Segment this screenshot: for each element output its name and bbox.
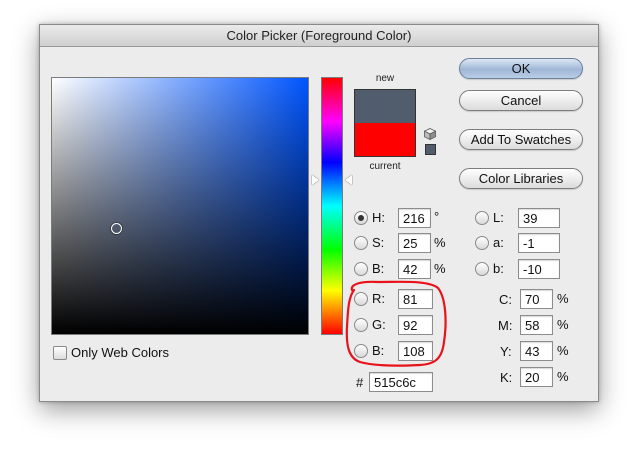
lab-l-input[interactable] bbox=[518, 208, 560, 228]
new-color-swatch bbox=[355, 90, 415, 123]
magenta-label: M: bbox=[498, 318, 513, 333]
saturation-input[interactable] bbox=[398, 233, 431, 253]
color-picker-window: Color Picker (Foreground Color) new curr… bbox=[39, 24, 599, 402]
yellow-input[interactable] bbox=[520, 341, 553, 361]
blue-label: B: bbox=[372, 343, 385, 358]
brightness-label: B: bbox=[372, 261, 385, 276]
current-color-swatch[interactable] bbox=[355, 123, 415, 156]
only-web-colors-label: Only Web Colors bbox=[71, 345, 170, 360]
hex-input[interactable] bbox=[369, 372, 433, 392]
blue-radio[interactable] bbox=[354, 344, 368, 358]
red-label: R: bbox=[372, 291, 385, 306]
web-safe-swatch[interactable] bbox=[425, 144, 436, 155]
red-input[interactable] bbox=[398, 289, 433, 309]
ok-button[interactable]: OK bbox=[459, 58, 583, 79]
black-input[interactable] bbox=[520, 367, 553, 387]
lab-a-input[interactable] bbox=[518, 233, 560, 253]
green-label: G: bbox=[372, 317, 386, 332]
brightness-radio[interactable] bbox=[354, 262, 368, 276]
green-radio[interactable] bbox=[354, 318, 368, 332]
lab-b-input[interactable] bbox=[518, 259, 560, 279]
cancel-button[interactable]: Cancel bbox=[459, 90, 583, 111]
hex-label: # bbox=[356, 375, 364, 390]
color-field-marker[interactable] bbox=[111, 223, 122, 234]
hue-radio[interactable] bbox=[354, 211, 368, 225]
saturation-radio[interactable] bbox=[354, 236, 368, 250]
lab-b-radio[interactable] bbox=[475, 262, 489, 276]
lab-l-label: L: bbox=[493, 210, 504, 225]
swatch-preview bbox=[354, 89, 416, 157]
color-libraries-button[interactable]: Color Libraries bbox=[459, 168, 583, 189]
cyan-unit: % bbox=[557, 291, 569, 306]
lab-l-radio[interactable] bbox=[475, 211, 489, 225]
hue-label: H: bbox=[372, 210, 385, 225]
hue-slider-left-arrow-icon[interactable] bbox=[312, 175, 319, 185]
green-input[interactable] bbox=[398, 315, 433, 335]
red-radio[interactable] bbox=[354, 292, 368, 306]
yellow-unit: % bbox=[557, 343, 569, 358]
magenta-input[interactable] bbox=[520, 315, 553, 335]
hue-slider-right-arrow-icon[interactable] bbox=[345, 175, 352, 185]
new-swatch-label: new bbox=[375, 73, 395, 84]
saturation-label: S: bbox=[372, 235, 385, 250]
cyan-label: C: bbox=[499, 292, 512, 307]
cyan-input[interactable] bbox=[520, 289, 553, 309]
color-field[interactable] bbox=[51, 77, 309, 335]
hue-input[interactable] bbox=[398, 208, 431, 228]
lab-a-label: a: bbox=[493, 235, 504, 250]
brightness-input[interactable] bbox=[398, 259, 431, 279]
yellow-label: Y: bbox=[500, 344, 512, 359]
magenta-unit: % bbox=[557, 317, 569, 332]
saturation-unit: % bbox=[434, 235, 446, 250]
hue-unit: ° bbox=[434, 209, 440, 224]
black-unit: % bbox=[557, 369, 569, 384]
only-web-colors-checkbox[interactable] bbox=[53, 346, 67, 360]
current-swatch-label: current bbox=[369, 161, 401, 172]
web-safe-cube-icon[interactable] bbox=[424, 128, 436, 140]
black-label: K: bbox=[500, 370, 513, 385]
lab-b-label: b: bbox=[493, 261, 504, 276]
blue-input[interactable] bbox=[398, 341, 433, 361]
lab-a-radio[interactable] bbox=[475, 236, 489, 250]
add-to-swatches-button[interactable]: Add To Swatches bbox=[459, 129, 583, 150]
hue-slider[interactable] bbox=[321, 77, 343, 335]
window-title: Color Picker (Foreground Color) bbox=[40, 25, 598, 47]
brightness-unit: % bbox=[434, 261, 446, 276]
